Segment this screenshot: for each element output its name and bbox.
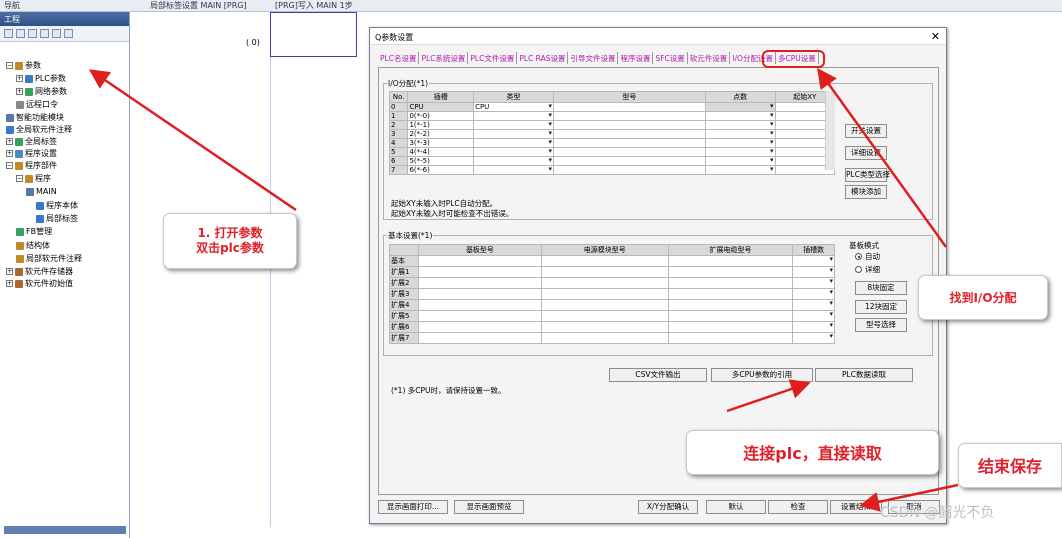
watermark: CSDN @韶光不负 <box>880 505 995 521</box>
arrow-to-plc-read <box>726 379 811 413</box>
callout-connect-read: 连接plc，直接读取 <box>686 430 939 475</box>
callout-open-param-line1: 1. 打开参数 <box>197 226 263 240</box>
callout-find-io: 找到I/O分配 <box>918 275 1048 320</box>
callout-open-param: 1. 打开参数 双击plc参数 <box>163 213 297 269</box>
callout-finish-save: 结束保存 <box>958 443 1062 488</box>
arrow-to-plc-param <box>88 69 297 212</box>
callout-open-param-line2: 双击plc参数 <box>196 241 264 255</box>
arrow-to-io-tab <box>817 67 948 248</box>
